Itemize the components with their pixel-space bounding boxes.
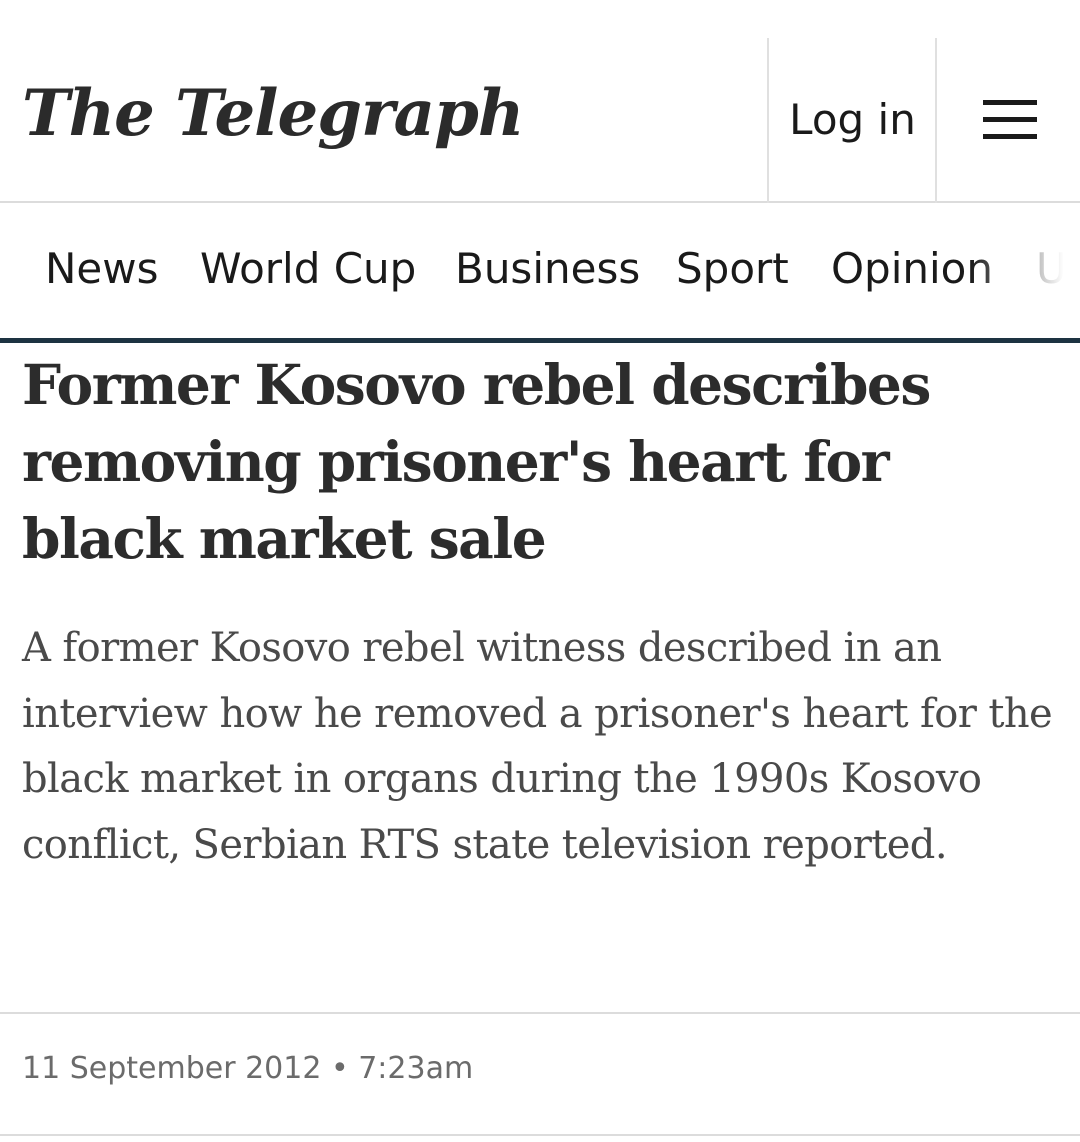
menu-button[interactable]: [937, 38, 1080, 201]
nav-item-truncated[interactable]: U: [1036, 203, 1067, 338]
header-divider: [767, 38, 769, 203]
publish-time: 7:23am: [358, 1051, 474, 1086]
divider: [0, 1134, 1080, 1136]
nav-item-business[interactable]: Business: [455, 203, 640, 338]
nav-item-world-cup[interactable]: World Cup: [200, 203, 416, 338]
telegraph-logo[interactable]: The Telegraph: [22, 72, 524, 156]
article-standfirst: A former Kosovo rebel witness described …: [22, 625, 1053, 868]
site-header: The Telegraph Log in: [0, 0, 1080, 203]
dateline-separator: •: [330, 1051, 349, 1086]
nav-item-sport[interactable]: Sport: [676, 203, 789, 338]
divider: [0, 1012, 1080, 1014]
article-dateline: 11 September 2012 • 7:23am: [22, 1044, 473, 1094]
section-nav: News World Cup Business Sport Opinion U: [0, 203, 1080, 343]
nav-item-opinion[interactable]: Opinion: [831, 203, 993, 338]
publish-date: 11 September 2012: [22, 1051, 322, 1086]
login-button[interactable]: Log in: [770, 38, 935, 201]
nav-item-news[interactable]: News: [45, 203, 159, 338]
article-headline: Former Kosovo rebel describes removing p…: [22, 352, 931, 571]
